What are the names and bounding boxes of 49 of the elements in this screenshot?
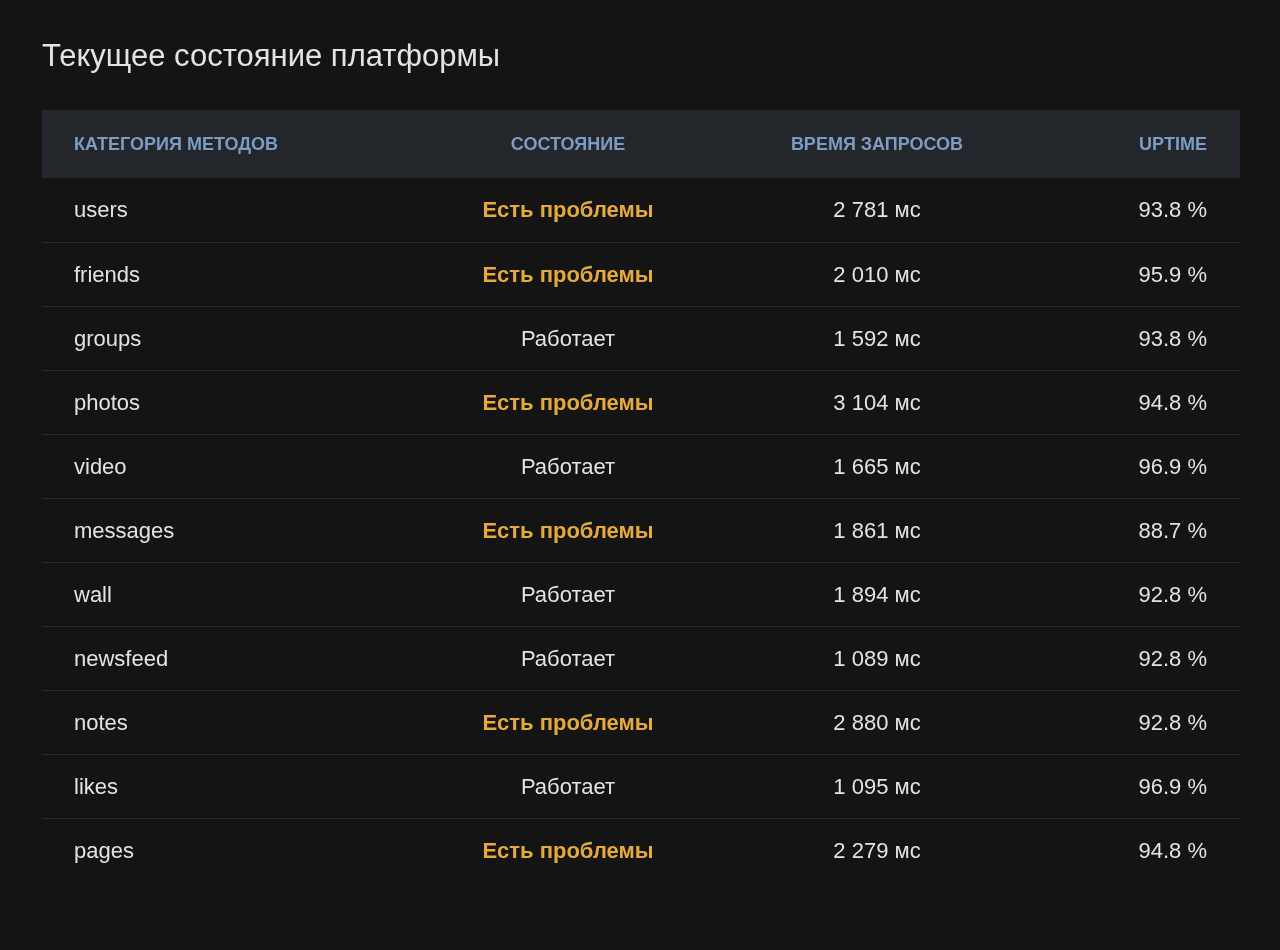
table-cell: 93.8 % (1038, 306, 1240, 370)
status-cell: Работает (420, 754, 716, 818)
table-cell: wall (42, 562, 420, 626)
table-cell: messages (42, 498, 420, 562)
status-cell: Работает (420, 562, 716, 626)
table-cell: likes (42, 754, 420, 818)
table-cell: 2 279 мс (716, 818, 1038, 882)
status-cell: Есть проблемы (420, 178, 716, 242)
table-cell: 1 592 мс (716, 306, 1038, 370)
status-cell: Есть проблемы (420, 818, 716, 882)
table-cell: photos (42, 370, 420, 434)
table-cell: 92.8 % (1038, 626, 1240, 690)
table-cell: friends (42, 242, 420, 306)
table-cell: 88.7 % (1038, 498, 1240, 562)
table-cell: 1 095 мс (716, 754, 1038, 818)
table-cell: 94.8 % (1038, 370, 1240, 434)
table-cell: 1 665 мс (716, 434, 1038, 498)
status-cell: Работает (420, 626, 716, 690)
table-cell: 2 781 мс (716, 178, 1038, 242)
column-header: СОСТОЯНИЕ (420, 110, 716, 178)
status-cell: Есть проблемы (420, 690, 716, 754)
table-cell: 95.9 % (1038, 242, 1240, 306)
table-cell: 3 104 мс (716, 370, 1038, 434)
table-cell: 96.9 % (1038, 434, 1240, 498)
table-cell: 2 880 мс (716, 690, 1038, 754)
table-cell: 92.8 % (1038, 562, 1240, 626)
table-cell: pages (42, 818, 420, 882)
table-cell: 1 861 мс (716, 498, 1038, 562)
column-header: UPTIME (1038, 110, 1240, 178)
table-cell: users (42, 178, 420, 242)
page-title: Текущее состояние платформы (42, 37, 502, 75)
table-cell: 94.8 % (1038, 818, 1240, 882)
table-cell: groups (42, 306, 420, 370)
status-cell: Работает (420, 434, 716, 498)
status-cell: Есть проблемы (420, 498, 716, 562)
table-cell: notes (42, 690, 420, 754)
column-header: ВРЕМЯ ЗАПРОСОВ (716, 110, 1038, 178)
table-cell: 1 894 мс (716, 562, 1038, 626)
status-cell: Работает (420, 306, 716, 370)
status-cell: Есть проблемы (420, 370, 716, 434)
table-cell: 1 089 мс (716, 626, 1038, 690)
table-cell: 92.8 % (1038, 690, 1240, 754)
table-cell: 2 010 мс (716, 242, 1038, 306)
table-cell: video (42, 434, 420, 498)
table-cell: newsfeed (42, 626, 420, 690)
status-cell: Есть проблемы (420, 242, 716, 306)
table-cell: 93.8 % (1038, 178, 1240, 242)
column-header: КАТЕГОРИЯ МЕТОДОВ (42, 110, 420, 178)
table-cell: 96.9 % (1038, 754, 1240, 818)
